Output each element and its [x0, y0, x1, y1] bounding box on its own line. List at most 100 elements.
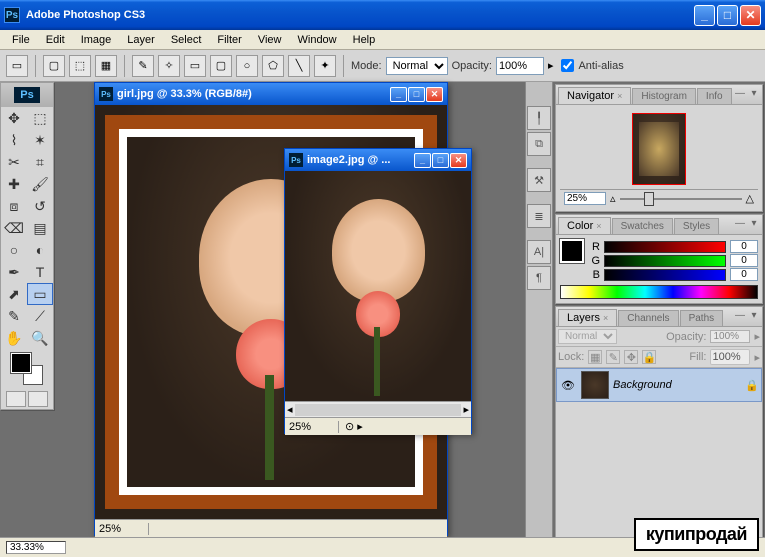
paths-icon[interactable]: ⬚ — [69, 55, 91, 77]
path-select-tool[interactable]: ⬈ — [1, 283, 27, 305]
pen-icon[interactable]: ✎ — [132, 55, 154, 77]
tab-info[interactable]: Info — [697, 88, 732, 104]
panel-collapse-icon[interactable]: — — [734, 309, 746, 321]
panel-collapse-icon[interactable]: — — [734, 87, 746, 99]
dodge-tool[interactable]: ◐ — [27, 239, 53, 261]
history-brush-tool[interactable]: ↺ — [27, 195, 53, 217]
tab-swatches[interactable]: Swatches — [612, 218, 673, 234]
tab-styles[interactable]: Styles — [674, 218, 719, 234]
blur-tool[interactable]: ○ — [1, 239, 27, 261]
blend-mode-select[interactable]: Normal — [386, 57, 448, 75]
fill-pixels-icon[interactable]: ▦ — [95, 55, 117, 77]
doc2-zoom[interactable]: 25% — [289, 421, 339, 433]
tab-navigator[interactable]: Navigator× — [558, 87, 631, 104]
tab-channels[interactable]: Channels — [618, 310, 678, 326]
layer-opacity-input[interactable] — [710, 330, 750, 343]
toolbox-header[interactable]: Ps — [1, 83, 53, 107]
lock-transparency-icon[interactable]: ▦ — [588, 350, 602, 364]
doc1-titlebar[interactable]: Ps girl.jpg @ 33.3% (RGB/8#) _ □ ✕ — [95, 83, 447, 105]
move-tool[interactable]: ✥ — [1, 107, 27, 129]
lasso-tool[interactable]: ⌇ — [1, 129, 27, 151]
panel-menu-icon[interactable]: ▾ — [748, 217, 760, 229]
menu-window[interactable]: Window — [290, 32, 345, 48]
dock-clone-icon[interactable]: ⧉ — [527, 132, 551, 156]
tool-preset-icon[interactable]: ▭ — [6, 55, 28, 77]
quick-mask-icon[interactable] — [28, 391, 48, 407]
color-fg-swatch[interactable] — [560, 239, 584, 263]
anti-alias-checkbox[interactable] — [561, 59, 574, 72]
crop-tool[interactable]: ✂ — [1, 151, 27, 173]
ellipse-shape-icon[interactable]: ○ — [236, 55, 258, 77]
panel-menu-icon[interactable]: ▾ — [748, 87, 760, 99]
rrect-shape-icon[interactable]: ▢ — [210, 55, 232, 77]
tab-paths[interactable]: Paths — [680, 310, 724, 326]
menu-select[interactable]: Select — [163, 32, 210, 48]
layer-name[interactable]: Background — [613, 379, 741, 391]
doc2-titlebar[interactable]: Ps image2.jpg @ ... _ □ ✕ — [285, 149, 471, 171]
doc1-close[interactable]: ✕ — [426, 87, 443, 102]
eraser-tool[interactable]: ⌫ — [1, 217, 27, 239]
g-slider[interactable] — [604, 255, 726, 267]
dock-paragraph-icon[interactable]: ¶ — [527, 266, 551, 290]
layer-thumbnail[interactable] — [581, 371, 609, 399]
zoom-tool[interactable]: 🔍 — [27, 327, 53, 349]
navigator-thumbnail[interactable] — [632, 113, 686, 185]
marquee-tool[interactable]: ⬚ — [27, 107, 53, 129]
menu-file[interactable]: File — [4, 32, 38, 48]
menu-edit[interactable]: Edit — [38, 32, 73, 48]
menu-view[interactable]: View — [250, 32, 290, 48]
doc1-minimize[interactable]: _ — [390, 87, 407, 102]
dock-brush-icon[interactable]: ╿ — [527, 106, 551, 130]
lock-all-icon[interactable]: 🔒 — [642, 350, 656, 364]
menu-layer[interactable]: Layer — [119, 32, 163, 48]
hand-tool[interactable]: ✋ — [1, 327, 27, 349]
doc1-maximize[interactable]: □ — [408, 87, 425, 102]
doc2-minimize[interactable]: _ — [414, 153, 431, 168]
menu-image[interactable]: Image — [73, 32, 120, 48]
r-slider[interactable] — [604, 241, 726, 253]
zoom-out-icon[interactable]: ▵ — [610, 192, 616, 205]
opacity-flyout-icon[interactable]: ▸ — [754, 330, 760, 343]
foreground-swatch[interactable] — [11, 353, 31, 373]
eyedropper-tool[interactable]: ⟋ — [27, 305, 53, 327]
doc1-zoom[interactable]: 25% — [99, 523, 149, 535]
b-value[interactable]: 0 — [730, 268, 758, 281]
custom-shape-icon[interactable]: ✦ — [314, 55, 336, 77]
navigator-zoom-slider[interactable] — [620, 198, 742, 200]
r-value[interactable]: 0 — [730, 240, 758, 253]
g-value[interactable]: 0 — [730, 254, 758, 267]
standard-mode-icon[interactable] — [6, 391, 26, 407]
layer-blend-select[interactable]: Normal — [558, 329, 617, 344]
doc2-info-icon[interactable]: ⊙ ▸ — [345, 420, 363, 433]
layer-row[interactable]: 👁 Background 🔒 — [556, 368, 762, 402]
line-shape-icon[interactable]: ╲ — [288, 55, 310, 77]
color-swatches[interactable] — [11, 353, 43, 385]
doc2-scrollbar[interactable]: ◂▸ — [285, 401, 471, 417]
gradient-tool[interactable]: ▤ — [27, 217, 53, 239]
polygon-shape-icon[interactable]: ⬠ — [262, 55, 284, 77]
notes-tool[interactable]: ✎ — [1, 305, 27, 327]
rect-shape-icon[interactable]: ▭ — [184, 55, 206, 77]
doc2-close[interactable]: ✕ — [450, 153, 467, 168]
quick-select-tool[interactable]: ✶ — [27, 129, 53, 151]
tab-histogram[interactable]: Histogram — [632, 88, 696, 104]
visibility-icon[interactable]: 👁 — [559, 376, 577, 394]
tab-layers[interactable]: Layers× — [558, 309, 617, 326]
navigator-zoom-input[interactable] — [564, 192, 606, 205]
maximize-button[interactable]: □ — [717, 5, 738, 26]
pen-tool[interactable]: ✒ — [1, 261, 27, 283]
stamp-tool[interactable]: ⧈ — [1, 195, 27, 217]
heal-tool[interactable]: ✚ — [1, 173, 27, 195]
freeform-icon[interactable]: ✧ — [158, 55, 180, 77]
tab-color[interactable]: Color× — [558, 217, 611, 234]
panel-collapse-icon[interactable]: — — [734, 217, 746, 229]
lock-position-icon[interactable]: ✥ — [624, 350, 638, 364]
app-zoom[interactable]: 33.33% — [6, 541, 66, 554]
brush-tool[interactable]: 🖌 — [27, 173, 53, 195]
shape-tool[interactable]: ▭ — [27, 283, 53, 305]
shape-layers-icon[interactable]: ▢ — [43, 55, 65, 77]
b-slider[interactable] — [604, 269, 726, 281]
dock-layer-comps-icon[interactable]: ≣ — [527, 204, 551, 228]
fill-input[interactable] — [710, 349, 750, 365]
doc2-canvas[interactable] — [285, 171, 471, 401]
